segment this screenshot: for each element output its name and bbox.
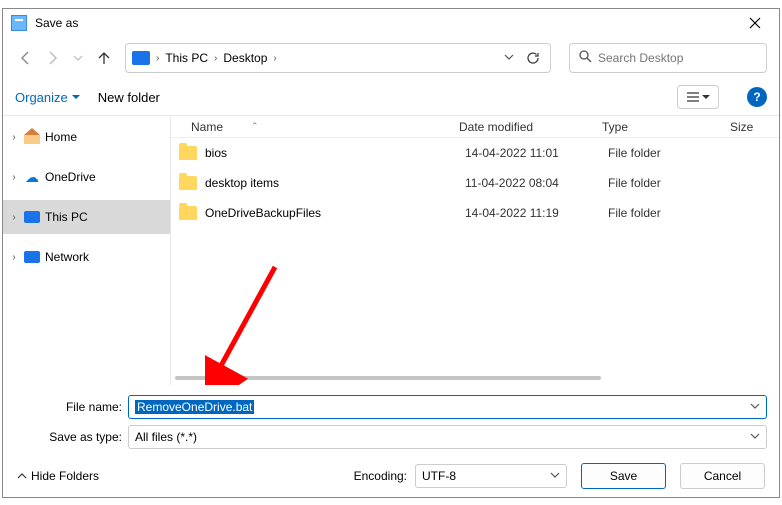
refresh-button[interactable] — [522, 47, 544, 69]
column-size[interactable]: Size — [730, 120, 779, 134]
sidebar-item-thispc[interactable]: › This PC — [3, 200, 170, 234]
file-date: 11-04-2022 08:04 — [465, 176, 608, 190]
sidebar-item-network[interactable]: › Network — [3, 240, 170, 274]
filename-value: RemoveOneDrive.bat — [135, 400, 254, 414]
bottom-fields: File name: RemoveOneDrive.bat Save as ty… — [3, 385, 779, 455]
folder-icon — [179, 206, 197, 220]
breadcrumb-root[interactable]: This PC — [165, 51, 208, 65]
organize-menu[interactable]: Organize — [15, 90, 80, 105]
filename-label: File name: — [15, 400, 128, 414]
folder-icon — [179, 146, 197, 160]
file-list: Name⌃ Date modified Type Size bios 14-04… — [171, 116, 779, 385]
sidebar-item-label: OneDrive — [45, 170, 96, 184]
file-type: File folder — [608, 146, 736, 160]
chevron-up-icon — [17, 471, 27, 481]
file-type: File folder — [608, 206, 736, 220]
column-type[interactable]: Type — [602, 120, 730, 134]
encoding-select[interactable]: UTF-8 — [415, 464, 567, 488]
cancel-button[interactable]: Cancel — [680, 463, 765, 489]
file-name: OneDriveBackupFiles — [205, 206, 465, 220]
file-type: File folder — [608, 176, 736, 190]
breadcrumb-folder[interactable]: Desktop — [223, 51, 267, 65]
column-date[interactable]: Date modified — [459, 120, 602, 134]
chevron-right-icon: › — [214, 53, 217, 64]
sort-asc-icon: ⌃ — [251, 121, 259, 132]
pc-icon — [23, 209, 41, 225]
sidebar-item-onedrive[interactable]: › ☁ OneDrive — [3, 160, 170, 194]
home-icon — [23, 129, 41, 145]
search-box[interactable] — [569, 43, 767, 73]
up-button[interactable] — [93, 47, 115, 69]
folder-icon — [179, 176, 197, 190]
save-as-dialog: Save as › This PC › Desktop › Organize N… — [2, 8, 780, 498]
window-title: Save as — [35, 16, 735, 30]
nav-row: › This PC › Desktop › — [3, 37, 779, 79]
new-folder-button[interactable]: New folder — [98, 90, 160, 105]
saveastype-label: Save as type: — [15, 430, 128, 444]
view-menu[interactable] — [677, 85, 719, 109]
forward-button[interactable] — [41, 47, 63, 69]
chevron-right-icon: › — [9, 172, 19, 183]
search-input[interactable] — [598, 51, 758, 65]
close-button[interactable] — [735, 11, 775, 35]
saveastype-select[interactable]: All files (*.*) — [128, 425, 767, 449]
chevron-right-icon: › — [9, 212, 19, 223]
saveastype-value: All files (*.*) — [135, 430, 197, 444]
sidebar-item-label: Home — [45, 130, 77, 144]
pc-icon — [132, 51, 150, 65]
file-name: bios — [205, 146, 465, 160]
file-date: 14-04-2022 11:19 — [465, 206, 608, 220]
sidebar-item-label: Network — [45, 250, 89, 264]
save-button[interactable]: Save — [581, 463, 666, 489]
search-icon — [578, 49, 592, 68]
notepad-icon — [11, 15, 27, 31]
chevron-down-icon[interactable] — [750, 431, 760, 444]
filename-row: File name: RemoveOneDrive.bat — [15, 395, 767, 419]
saveastype-row: Save as type: All files (*.*) — [15, 425, 767, 449]
filename-input[interactable]: RemoveOneDrive.bat — [128, 395, 767, 419]
sidebar-item-home[interactable]: › Home — [3, 120, 170, 154]
breadcrumb-dropdown[interactable] — [504, 52, 514, 65]
footer: Hide Folders Encoding: UTF-8 Save Cancel — [3, 455, 779, 497]
horizontal-scrollbar[interactable] — [171, 371, 779, 385]
toolbar: Organize New folder ? — [3, 79, 779, 115]
titlebar: Save as — [3, 9, 779, 37]
breadcrumb[interactable]: › This PC › Desktop › — [125, 43, 551, 73]
file-date: 14-04-2022 11:01 — [465, 146, 608, 160]
cloud-icon: ☁ — [23, 169, 41, 185]
chevron-right-icon: › — [9, 132, 19, 143]
hide-folders-toggle[interactable]: Hide Folders — [17, 469, 99, 483]
sidebar-item-label: This PC — [45, 210, 88, 224]
sidebar: › Home › ☁ OneDrive › This PC › Network — [3, 116, 171, 385]
network-icon — [23, 249, 41, 265]
encoding-value: UTF-8 — [422, 469, 456, 483]
chevron-down-icon[interactable] — [750, 401, 760, 414]
back-button[interactable] — [15, 47, 37, 69]
chevron-right-icon: › — [156, 53, 159, 64]
file-row[interactable]: OneDriveBackupFiles 14-04-2022 11:19 Fil… — [171, 198, 779, 228]
main-area: › Home › ☁ OneDrive › This PC › Network — [3, 115, 779, 385]
chevron-right-icon: › — [273, 53, 276, 64]
file-row[interactable]: desktop items 11-04-2022 08:04 File fold… — [171, 168, 779, 198]
encoding-label: Encoding: — [354, 469, 407, 483]
recent-dropdown[interactable] — [67, 47, 89, 69]
file-name: desktop items — [205, 176, 465, 190]
file-header: Name⌃ Date modified Type Size — [171, 116, 779, 138]
chevron-down-icon[interactable] — [550, 470, 560, 483]
file-row[interactable]: bios 14-04-2022 11:01 File folder — [171, 138, 779, 168]
help-button[interactable]: ? — [747, 87, 767, 107]
chevron-right-icon: › — [9, 252, 19, 263]
column-name[interactable]: Name⌃ — [191, 120, 459, 134]
